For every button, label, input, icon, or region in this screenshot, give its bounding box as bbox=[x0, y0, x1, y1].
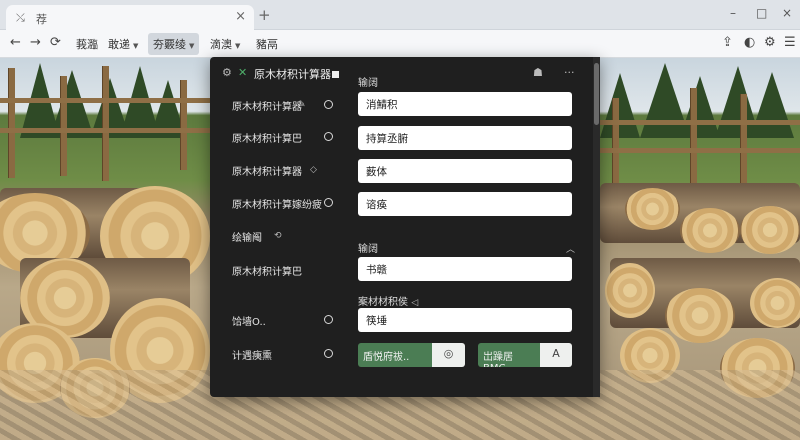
input-field[interactable]: 谘痪 bbox=[358, 192, 572, 216]
input-field[interactable]: 消鯖积 bbox=[358, 92, 572, 116]
list-item[interactable]: 原木材积计算嫁纷疲 bbox=[210, 193, 343, 215]
chevron-down-icon: ▼ bbox=[189, 42, 195, 50]
diamond-icon: ◇ bbox=[310, 165, 317, 175]
radio-button[interactable] bbox=[324, 100, 333, 109]
radio-button[interactable] bbox=[324, 132, 333, 141]
refresh-icon[interactable]: ⟳ bbox=[50, 35, 61, 50]
panel-title: 原木材积计算器 bbox=[254, 66, 339, 82]
browser-toolbar: ← → ⟳ 莪瀶 敢递 ▼ 夯覈绫 ▼ 滴澳 ▼ 豬鬲 ⇪ ◐ ⚙ ☰ bbox=[0, 30, 800, 58]
menu-item-4[interactable]: 滴澳 ▼ bbox=[210, 36, 240, 52]
menu-item-5[interactable]: 豬鬲 bbox=[256, 36, 278, 52]
forward-icon[interactable]: → bbox=[30, 35, 41, 50]
list-item[interactable]: 原木材积计算巴 bbox=[210, 127, 343, 149]
input-field[interactable]: 持算丞腑 bbox=[358, 126, 572, 150]
radio-button[interactable] bbox=[324, 315, 333, 324]
list-item[interactable]: 饸墙O.. bbox=[210, 310, 343, 332]
maximize-icon[interactable]: □ bbox=[756, 6, 767, 20]
edit-icon: ✎ bbox=[298, 100, 306, 110]
browser-tab[interactable]: ⤯ 荐 × bbox=[6, 5, 254, 30]
input-field[interactable]: 书赣 bbox=[358, 257, 572, 281]
list-item[interactable]: 原木材积计算器 ✎ bbox=[210, 95, 343, 117]
menu-item-2[interactable]: 敢递 ▼ bbox=[108, 36, 138, 52]
tab-title: 荐 bbox=[36, 13, 47, 26]
section-label: 案材材积侯 ◁ bbox=[358, 297, 419, 308]
eye-icon[interactable]: ◎ bbox=[432, 343, 465, 367]
half-circle-icon[interactable]: ◐ bbox=[744, 35, 755, 50]
bug-icon[interactable]: ☗ bbox=[533, 66, 543, 79]
list-item[interactable]: 原木材积计算巴 bbox=[210, 260, 343, 282]
panel-scrollbar[interactable] bbox=[593, 57, 600, 397]
chevron-down-icon: ▼ bbox=[235, 42, 241, 50]
new-tab-button[interactable]: + bbox=[258, 6, 271, 24]
close-icon[interactable]: ✕ bbox=[238, 66, 247, 79]
a-icon[interactable]: A bbox=[540, 343, 572, 367]
list-item[interactable]: 计遇痍熏 bbox=[210, 344, 343, 366]
list-item[interactable]: 绘输阄 ⟲ bbox=[210, 226, 343, 248]
input-field[interactable]: 筷埵 bbox=[358, 308, 572, 332]
more-icon[interactable]: ··· bbox=[564, 66, 575, 79]
gear-icon[interactable]: ⚙ bbox=[764, 35, 776, 50]
calculator-panel: ⚙ ✕ 原木材积计算器 ☗ ··· 原木材积计算器 ✎ 原木材积计算巴 原木材积… bbox=[210, 57, 600, 397]
gear-icon[interactable]: ⚙ bbox=[222, 66, 232, 79]
menu-icon[interactable]: ☰ bbox=[784, 35, 796, 50]
tab-bar: ⤯ 荐 × + – □ × bbox=[0, 0, 800, 30]
action-button-2[interactable]: 岀躁居BMC.. A bbox=[478, 343, 572, 367]
speaker-icon: ◁ bbox=[411, 298, 419, 308]
action-button-1[interactable]: 盾悦府祓.. ◎ bbox=[358, 343, 465, 367]
section-label: 输阔 bbox=[358, 78, 378, 89]
list-item[interactable]: 原木材积计算器 ◇ bbox=[210, 160, 343, 182]
upload-icon[interactable]: ⇪ bbox=[722, 35, 733, 50]
rotate-icon: ⟲ bbox=[274, 231, 282, 241]
tab-favicon-icon: ⤯ bbox=[16, 11, 25, 24]
section-label: 输阔 bbox=[358, 244, 378, 255]
tab-close-icon[interactable]: × bbox=[235, 9, 246, 24]
radio-button[interactable] bbox=[324, 349, 333, 358]
minimize-icon[interactable]: – bbox=[730, 6, 736, 20]
back-icon[interactable]: ← bbox=[10, 35, 21, 50]
chevron-down-icon: ▼ bbox=[133, 42, 139, 50]
radio-button[interactable] bbox=[324, 198, 333, 207]
input-field[interactable]: 薮体 bbox=[358, 159, 572, 183]
scrollbar-thumb[interactable] bbox=[594, 63, 599, 125]
menu-item-1[interactable]: 莪瀶 bbox=[76, 36, 98, 52]
window-close-icon[interactable]: × bbox=[782, 6, 792, 20]
chevron-up-icon[interactable]: ︿ bbox=[566, 242, 575, 255]
menu-item-3[interactable]: 夯覈绫 ▼ bbox=[148, 33, 200, 55]
